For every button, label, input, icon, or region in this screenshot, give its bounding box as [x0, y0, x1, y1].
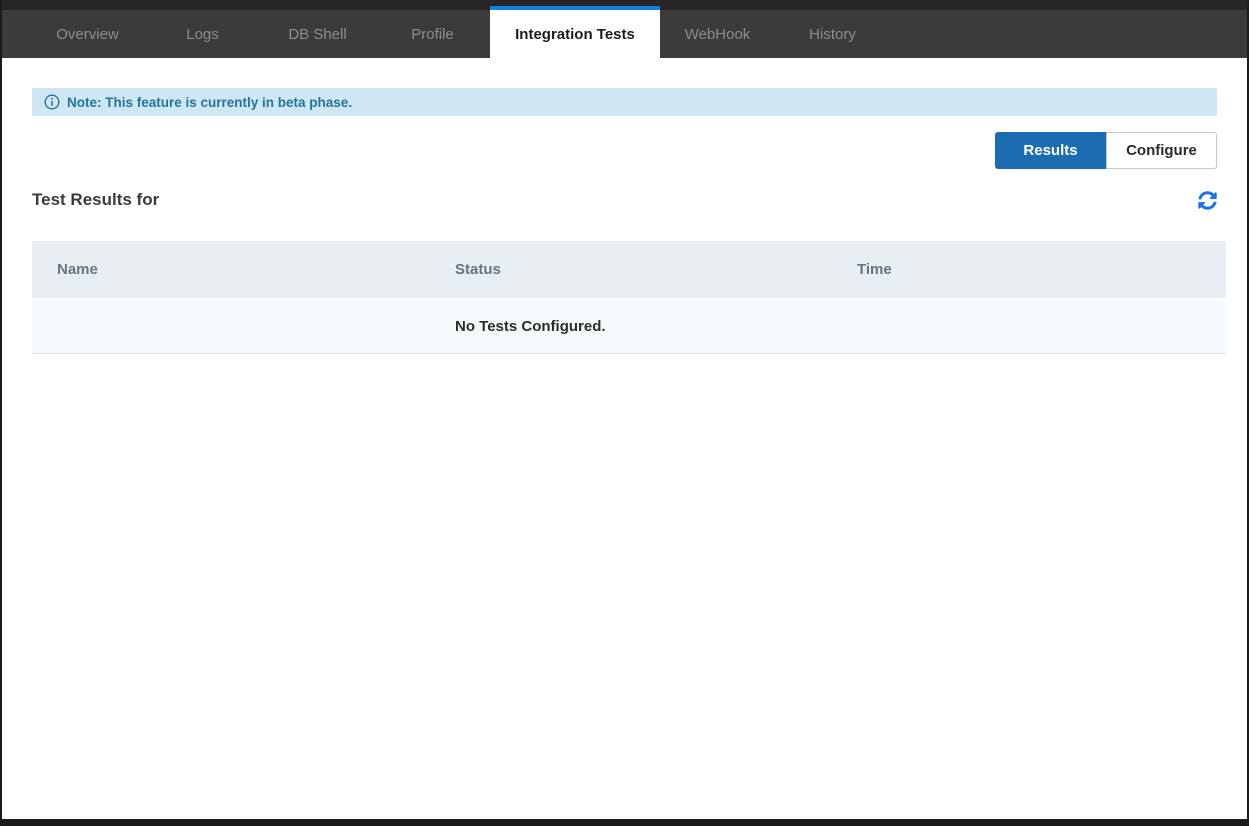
results-button[interactable]: Results	[995, 132, 1106, 169]
tab-integration-tests[interactable]: Integration Tests	[490, 6, 660, 58]
column-header-name: Name	[32, 241, 430, 299]
page-title: Test Results for	[32, 190, 159, 210]
test-results-table: Name Status Time No Tests Configured.	[32, 241, 1226, 354]
results-heading-row: Test Results for	[32, 187, 1217, 213]
tab-history[interactable]: History	[775, 10, 890, 58]
table-header-row: Name Status Time	[32, 241, 1226, 299]
main-content: Note: This feature is currently in beta …	[2, 88, 1247, 354]
tab-webhook[interactable]: WebHook	[660, 10, 775, 58]
info-circle-icon	[44, 94, 60, 110]
column-header-status: Status	[430, 241, 832, 299]
column-header-time: Time	[832, 241, 1226, 299]
tab-logs[interactable]: Logs	[145, 10, 260, 58]
app-window: Overview Logs DB Shell Profile Integrati…	[0, 0, 1249, 826]
empty-state-text: No Tests Configured.	[32, 299, 1226, 353]
beta-note-text: Note: This feature is currently in beta …	[67, 95, 352, 110]
tab-profile[interactable]: Profile	[375, 10, 490, 58]
view-toggle-group: Results Configure	[32, 132, 1217, 169]
configure-button[interactable]: Configure	[1106, 132, 1217, 169]
beta-note-banner: Note: This feature is currently in beta …	[32, 88, 1217, 116]
tab-bar: Overview Logs DB Shell Profile Integrati…	[2, 10, 1247, 58]
tab-overview[interactable]: Overview	[30, 10, 145, 58]
tab-db-shell[interactable]: DB Shell	[260, 10, 375, 58]
sync-icon[interactable]	[1197, 190, 1217, 210]
empty-state-row: No Tests Configured.	[32, 299, 1226, 353]
